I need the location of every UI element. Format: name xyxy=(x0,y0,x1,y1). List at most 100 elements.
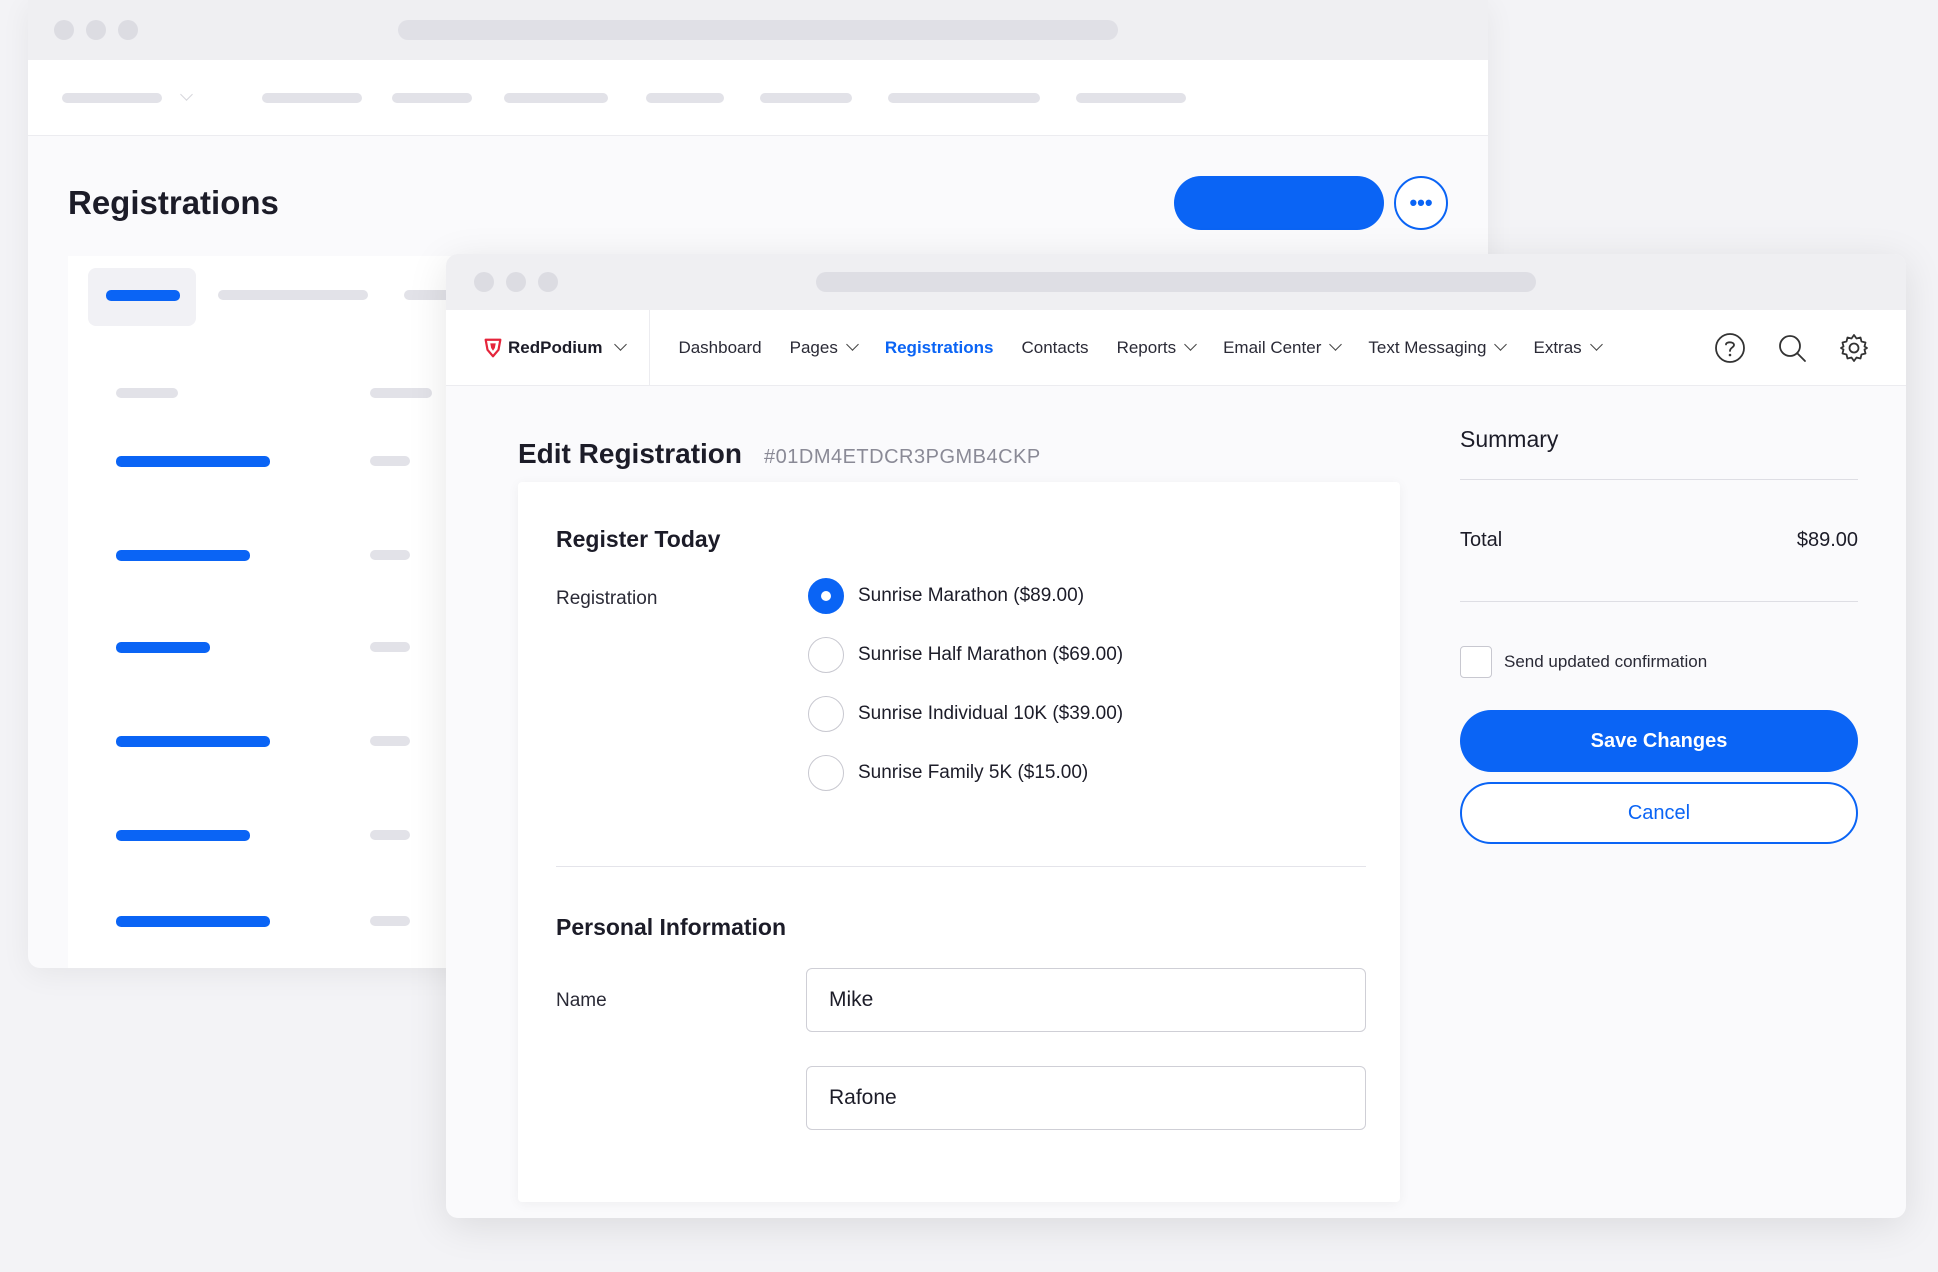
redpodium-logo-icon xyxy=(484,338,502,357)
radio-option-half-marathon[interactable]: Sunrise Half Marathon ($69.00) xyxy=(808,637,1123,673)
radio-option-marathon[interactable]: Sunrise Marathon ($89.00) xyxy=(808,578,1084,614)
nav-icon-group xyxy=(1714,310,1870,385)
section-divider xyxy=(556,866,1366,867)
chevron-down-icon xyxy=(1329,338,1343,351)
chevron-down-icon xyxy=(1494,338,1508,351)
registration-label: Registration xyxy=(556,588,658,609)
gear-icon[interactable] xyxy=(1838,332,1870,364)
nav-item-email-center[interactable]: Email Center xyxy=(1223,337,1343,358)
section-title-personal-information: Personal Information xyxy=(556,914,787,940)
nav-item-label: Contacts xyxy=(1021,337,1089,357)
list-item-value xyxy=(370,456,410,466)
send-confirmation-label: Send updated confirmation xyxy=(1504,652,1708,671)
primary-action-button[interactable] xyxy=(1174,176,1384,230)
brand-name: RedPodium xyxy=(508,337,603,357)
list-item-value xyxy=(370,830,410,840)
nav-placeholder xyxy=(504,93,608,103)
nav-item-label: Registrations xyxy=(884,337,994,357)
chevron-down-icon xyxy=(1184,338,1197,351)
summary-panel: Summary Total $89.00 Send updated confir… xyxy=(1460,426,1858,844)
nav-item-reports[interactable]: Reports xyxy=(1116,337,1197,358)
list-item-value xyxy=(370,550,410,560)
window-minimize-dot xyxy=(86,20,106,40)
search-icon[interactable] xyxy=(1776,332,1808,364)
background-navbar xyxy=(28,60,1488,136)
list-item-link[interactable] xyxy=(116,456,270,467)
nav-item-label: Email Center xyxy=(1223,337,1322,357)
window-maximize-dot xyxy=(118,20,138,40)
address-bar-placeholder[interactable] xyxy=(816,272,1536,292)
total-label: Total xyxy=(1460,529,1503,551)
nav-placeholder xyxy=(62,93,162,103)
chevron-down-icon xyxy=(180,88,193,101)
radio-label: Sunrise Marathon ($89.00) xyxy=(858,585,1085,606)
nav-placeholder xyxy=(760,93,852,103)
nav-items: Dashboard Pages Registrations Contacts R… xyxy=(650,310,1603,385)
radio-option-10k[interactable]: Sunrise Individual 10K ($39.00) xyxy=(808,696,1123,732)
radio-button[interactable] xyxy=(808,755,844,791)
radio-button[interactable] xyxy=(808,696,844,732)
nav-item-extras[interactable]: Extras xyxy=(1533,337,1603,358)
radio-option-5k[interactable]: Sunrise Family 5K ($15.00) xyxy=(808,755,1088,791)
nav-placeholder xyxy=(888,93,1040,103)
window-titlebar xyxy=(446,254,1906,310)
more-options-button[interactable]: ••• xyxy=(1394,176,1448,230)
list-item-value xyxy=(370,736,410,746)
list-item-link[interactable] xyxy=(116,550,250,561)
chevron-down-icon xyxy=(614,338,628,351)
nav-item-text-messaging[interactable]: Text Messaging xyxy=(1368,337,1508,358)
edit-registration-window: RedPodium Dashboard Pages Registrations … xyxy=(446,254,1906,1218)
nav-item-contacts[interactable]: Contacts xyxy=(1021,338,1088,358)
save-changes-button[interactable]: Save Changes xyxy=(1460,710,1858,772)
send-confirmation-checkbox[interactable] xyxy=(1460,646,1492,678)
chevron-down-icon xyxy=(1589,338,1603,351)
cancel-button[interactable]: Cancel xyxy=(1460,782,1858,844)
radio-button[interactable] xyxy=(808,637,844,673)
column-header-placeholder xyxy=(116,388,178,398)
window-close-dot[interactable] xyxy=(474,272,494,292)
list-item-link[interactable] xyxy=(116,642,210,653)
nav-placeholder xyxy=(646,93,724,103)
nav-item-label: Dashboard xyxy=(678,337,762,357)
send-confirmation-option[interactable]: Send updated confirmation xyxy=(1460,646,1858,678)
page-title: Edit Registration xyxy=(518,438,743,469)
nav-item-label: Extras xyxy=(1533,337,1582,357)
registration-form: Register Today Registration Sunrise Mara… xyxy=(518,482,1400,1202)
nav-item-registrations[interactable]: Registrations xyxy=(885,338,994,358)
window-minimize-dot[interactable] xyxy=(506,272,526,292)
nav-placeholder xyxy=(392,93,472,103)
address-bar-placeholder xyxy=(398,20,1118,40)
registration-id: #01DM4ETDCR3PGMB4CKP xyxy=(764,446,1041,468)
registrations-list-panel xyxy=(68,256,488,968)
nav-item-label: Pages xyxy=(789,337,838,357)
radio-button-checked[interactable] xyxy=(808,578,844,614)
list-item-link[interactable] xyxy=(116,736,270,747)
list-item-link[interactable] xyxy=(116,830,250,841)
radio-label: Sunrise Family 5K ($15.00) xyxy=(858,762,1089,783)
column-header-placeholder xyxy=(370,388,432,398)
list-item-link[interactable] xyxy=(116,916,270,927)
summary-total-row: Total $89.00 xyxy=(1460,480,1858,602)
name-label: Name xyxy=(556,990,607,1011)
radio-label: Sunrise Half Marathon ($69.00) xyxy=(858,644,1124,665)
brand-menu[interactable]: RedPodium xyxy=(446,310,651,385)
first-name-input[interactable] xyxy=(806,968,1366,1032)
tab-label-placeholder xyxy=(106,290,180,301)
help-icon[interactable] xyxy=(1714,332,1746,364)
list-item-value xyxy=(370,642,410,652)
section-title-register-today: Register Today xyxy=(556,526,721,552)
page-title: Registrations xyxy=(68,184,279,221)
nav-item-dashboard[interactable]: Dashboard xyxy=(678,338,761,358)
nav-placeholder xyxy=(1076,93,1186,103)
nav-placeholder xyxy=(262,93,362,103)
top-navbar: RedPodium Dashboard Pages Registrations … xyxy=(446,310,1906,386)
background-window-titlebar xyxy=(28,0,1488,60)
window-close-dot xyxy=(54,20,74,40)
nav-item-label: Reports xyxy=(1116,337,1177,357)
nav-item-pages[interactable]: Pages xyxy=(789,337,859,358)
nav-item-label: Text Messaging xyxy=(1368,337,1487,357)
window-maximize-dot[interactable] xyxy=(538,272,558,292)
last-name-input[interactable] xyxy=(806,1066,1366,1130)
summary-title: Summary xyxy=(1460,426,1858,480)
tab-label-placeholder xyxy=(218,290,368,300)
